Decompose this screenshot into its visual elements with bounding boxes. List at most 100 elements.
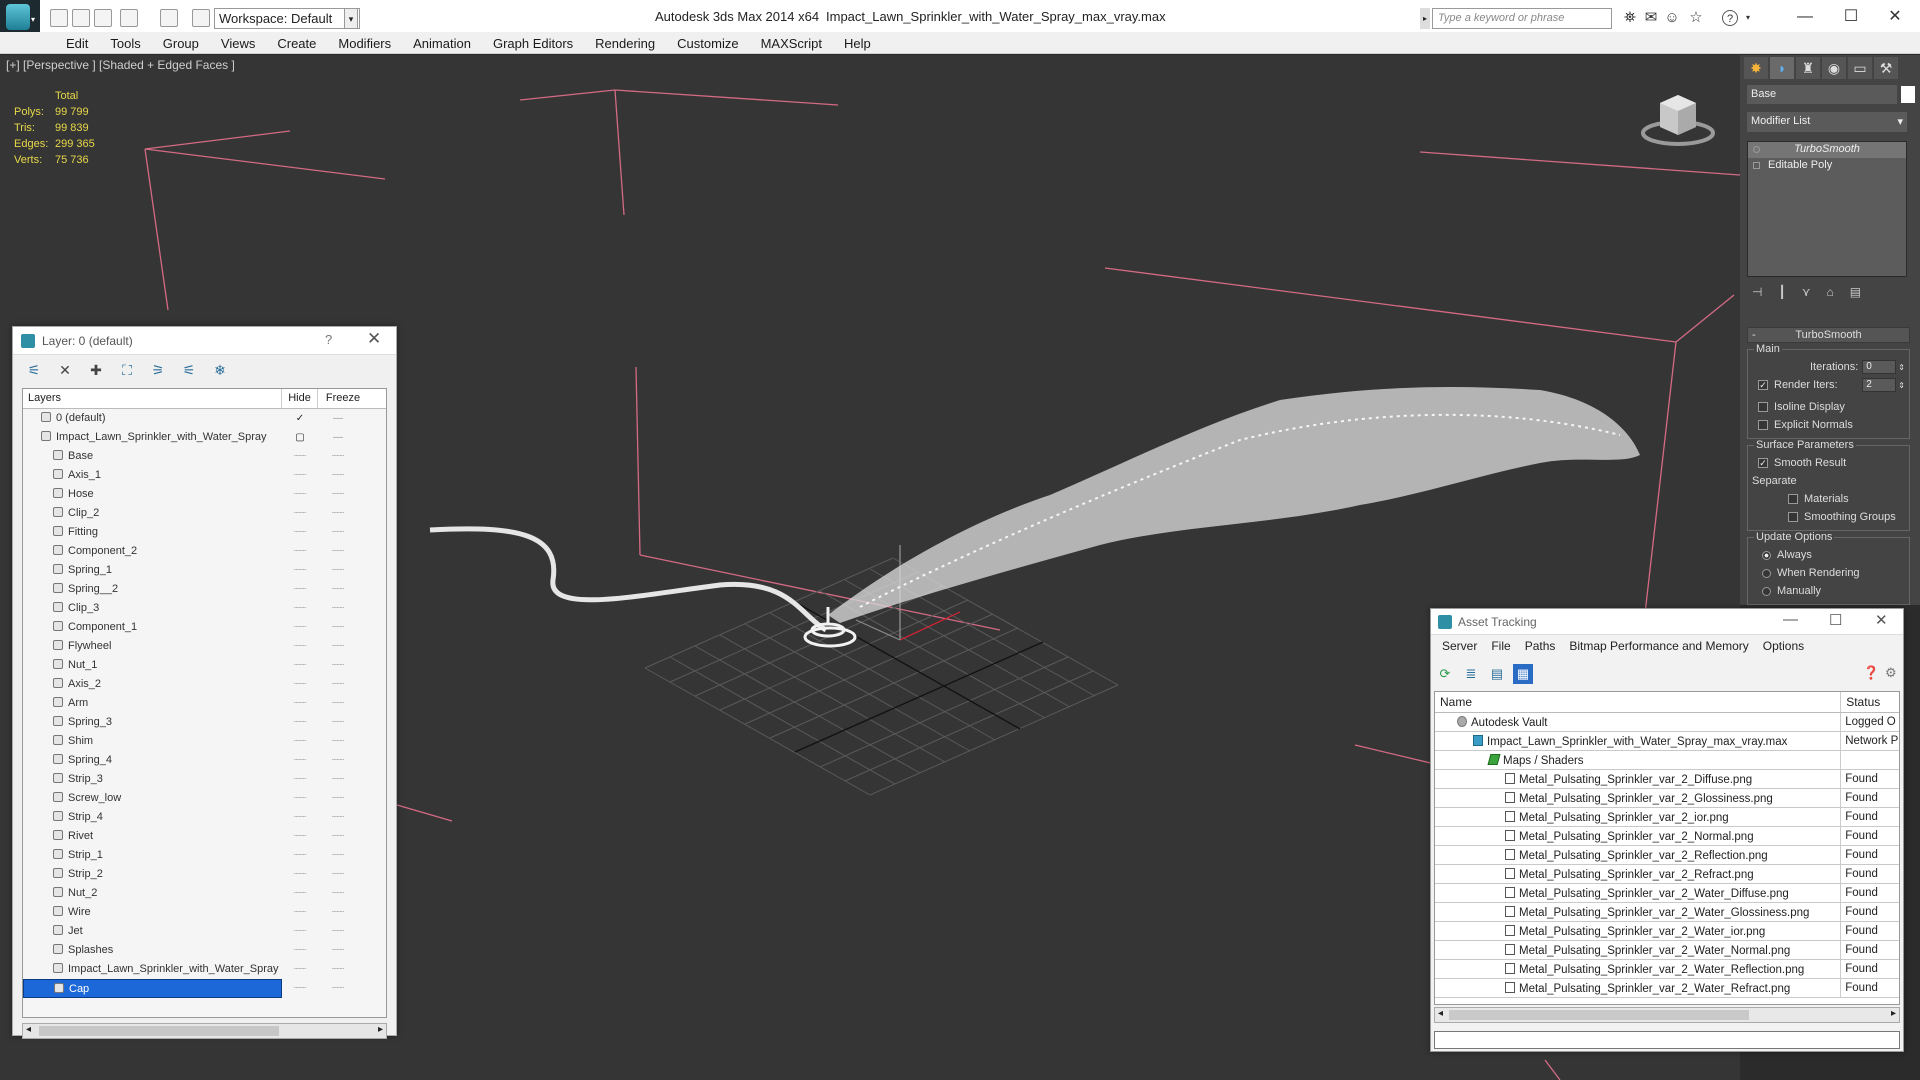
viewcube-icon[interactable] [1638, 85, 1718, 150]
modify-tab-icon[interactable]: ◗ [1770, 57, 1794, 79]
new-file-icon[interactable] [50, 9, 68, 27]
hide-toggle[interactable]: ┈┈ [282, 489, 318, 500]
menu-options[interactable]: Options [1756, 639, 1811, 653]
asset-name-cell[interactable]: Metal_Pulsating_Sprinkler_var_2_Water_Gl… [1435, 903, 1842, 921]
render-iters-spinner[interactable]: 2 [1862, 378, 1897, 392]
asset-row[interactable]: Metal_Pulsating_Sprinkler_var_2_Glossine… [1435, 789, 1899, 808]
hide-toggle[interactable]: ┈┈ [282, 451, 318, 462]
hide-toggle[interactable]: ┈┈ [282, 964, 318, 975]
close-button[interactable]: ✕ [367, 329, 381, 349]
explicit-normals-checkbox[interactable] [1758, 420, 1768, 430]
freeze-toggle[interactable]: ┈┈ [318, 888, 358, 899]
close-button[interactable]: ✕ [1880, 6, 1910, 28]
list-view-icon[interactable]: ≣ [1461, 664, 1481, 684]
layer-row[interactable]: 0 (default) ✓ — [23, 409, 386, 428]
materials-checkbox[interactable] [1788, 494, 1798, 504]
freeze-toggle[interactable]: — [318, 413, 358, 424]
asset-row[interactable]: Metal_Pulsating_Sprinkler_var_2_Water_Di… [1435, 884, 1899, 903]
favorites-star-icon[interactable]: ☆ [1688, 10, 1704, 26]
asset-row[interactable]: Metal_Pulsating_Sprinkler_var_2_Water_Re… [1435, 960, 1899, 979]
expand-icon[interactable] [1753, 162, 1760, 169]
hide-toggle[interactable]: ┈┈ [282, 793, 318, 804]
iterations-spinner[interactable]: 0 [1862, 360, 1897, 374]
stack-item-turbosmooth[interactable]: TurboSmooth [1748, 142, 1906, 158]
asset-row[interactable]: Metal_Pulsating_Sprinkler_var_2_Water_Gl… [1435, 903, 1899, 922]
freeze-toggle[interactable]: ┈┈ [318, 641, 358, 652]
scrollbar-thumb[interactable] [1449, 1010, 1749, 1020]
smoothing-groups-checkbox[interactable] [1788, 512, 1798, 522]
hide-toggle[interactable]: ┈┈ [282, 774, 318, 785]
layer-row[interactable]: Flywheel ┈┈ ┈┈ [23, 637, 386, 656]
layer-row[interactable]: Axis_1 ┈┈ ┈┈ [23, 466, 386, 485]
when-rendering-radio[interactable] [1762, 568, 1771, 578]
menu-paths[interactable]: Paths [1518, 639, 1563, 653]
layer-name-cell[interactable]: Hose [23, 485, 282, 504]
freeze-toggle[interactable]: ┈┈ [318, 489, 358, 500]
menu-edit[interactable]: Edit [55, 32, 99, 54]
freeze-toggle[interactable]: ┈┈ [318, 660, 358, 671]
asset-name-cell[interactable]: Autodesk Vault [1435, 713, 1842, 731]
close-button[interactable]: ✕ [1875, 611, 1888, 629]
layer-name-cell[interactable]: Cap [23, 979, 282, 998]
layer-row[interactable]: Cap ┈┈ ┈┈ [23, 979, 386, 998]
layer-row[interactable]: Spring_4 ┈┈ ┈┈ [23, 751, 386, 770]
freeze-toggle[interactable]: ┈┈ [318, 831, 358, 842]
freeze-toggle[interactable]: ┈┈ [318, 603, 358, 614]
layer-name-cell[interactable]: Jet [23, 922, 282, 941]
open-file-icon[interactable] [72, 9, 90, 27]
asset-name-cell[interactable]: Metal_Pulsating_Sprinkler_var_2_Reflecti… [1435, 846, 1842, 864]
rollout-header[interactable]: - TurboSmooth [1747, 327, 1910, 343]
hide-toggle[interactable]: ┈┈ [282, 470, 318, 481]
menu-create[interactable]: Create [266, 32, 327, 54]
asset-name-cell[interactable]: Metal_Pulsating_Sprinkler_var_2_Water_No… [1435, 941, 1842, 959]
asset-row[interactable]: Impact_Lawn_Sprinkler_with_Water_Spray_m… [1435, 732, 1899, 751]
viewport-label[interactable]: [+] [Perspective ] [Shaded + Edged Faces… [6, 58, 235, 72]
object-name-field[interactable]: Base [1747, 85, 1897, 104]
asset-name-cell[interactable]: Metal_Pulsating_Sprinkler_var_2_Water_io… [1435, 922, 1842, 940]
asset-row[interactable]: Metal_Pulsating_Sprinkler_var_2_Reflecti… [1435, 846, 1899, 865]
pin-stack-icon[interactable]: ⊣ [1752, 285, 1762, 299]
freeze-toggle[interactable]: ┈┈ [318, 527, 358, 538]
highlight-layer-icon[interactable]: ⚞ [147, 360, 169, 380]
asset-row[interactable]: Metal_Pulsating_Sprinkler_var_2_Water_No… [1435, 941, 1899, 960]
hide-toggle[interactable]: ┈┈ [282, 831, 318, 842]
menu-modifiers[interactable]: Modifiers [327, 32, 402, 54]
asset-name-cell[interactable]: Metal_Pulsating_Sprinkler_var_2_ior.png [1435, 808, 1842, 826]
freeze-toggle[interactable]: ┈┈ [318, 736, 358, 747]
layer-row[interactable]: Strip_4 ┈┈ ┈┈ [23, 808, 386, 827]
maximize-button[interactable]: ☐ [1836, 6, 1866, 28]
menu-file[interactable]: File [1484, 639, 1517, 653]
layer-name-cell[interactable]: Axis_2 [23, 675, 282, 694]
manually-radio[interactable] [1762, 586, 1771, 596]
hide-toggle[interactable]: ┈┈ [282, 850, 318, 861]
layer-horizontal-scrollbar[interactable]: ◂ ▸ [22, 1023, 387, 1039]
hide-toggle[interactable]: ┈┈ [282, 565, 318, 576]
hierarchy-tab-icon[interactable]: ♜ [1796, 57, 1820, 79]
layer-name-cell[interactable]: Rivet [23, 827, 282, 846]
asset-row[interactable]: Metal_Pulsating_Sprinkler_var_2_Refract.… [1435, 865, 1899, 884]
undo-icon[interactable] [120, 9, 138, 27]
scroll-left-icon[interactable]: ◂ [1438, 1008, 1443, 1019]
freeze-all-layers-icon[interactable]: ❄ [209, 360, 231, 380]
layer-row[interactable]: Screw_low ┈┈ ┈┈ [23, 789, 386, 808]
hide-toggle[interactable]: ┈┈ [282, 660, 318, 671]
layer-row[interactable]: Strip_1 ┈┈ ┈┈ [23, 846, 386, 865]
binoculars-icon[interactable]: ⛯ [1622, 10, 1638, 26]
freeze-toggle[interactable]: ┈┈ [318, 812, 358, 823]
workspace-dropdown[interactable]: Workspace: Default ▾ [214, 8, 360, 29]
menu-help[interactable]: Help [833, 32, 882, 54]
menu-maxscript[interactable]: MAXScript [750, 32, 833, 54]
add-to-layer-icon[interactable]: ✚ [85, 360, 107, 380]
hide-toggle[interactable]: ┈┈ [282, 926, 318, 937]
asset-name-cell[interactable]: Metal_Pulsating_Sprinkler_var_2_Glossine… [1435, 789, 1842, 807]
show-end-result-icon[interactable]: ┃ [1778, 285, 1785, 299]
freeze-toggle[interactable]: ┈┈ [318, 774, 358, 785]
hide-toggle[interactable]: ┈┈ [282, 907, 318, 918]
create-tab-icon[interactable]: ✸ [1744, 57, 1768, 79]
layer-row[interactable]: Spring_1 ┈┈ ┈┈ [23, 561, 386, 580]
layer-row[interactable]: Axis_2 ┈┈ ┈┈ [23, 675, 386, 694]
layer-dialog-titlebar[interactable]: Layer: 0 (default) ? ✕ [13, 327, 396, 355]
hide-toggle[interactable]: ┈┈ [282, 584, 318, 595]
hide-toggle[interactable]: ┈┈ [282, 603, 318, 614]
layer-row[interactable]: Nut_1 ┈┈ ┈┈ [23, 656, 386, 675]
